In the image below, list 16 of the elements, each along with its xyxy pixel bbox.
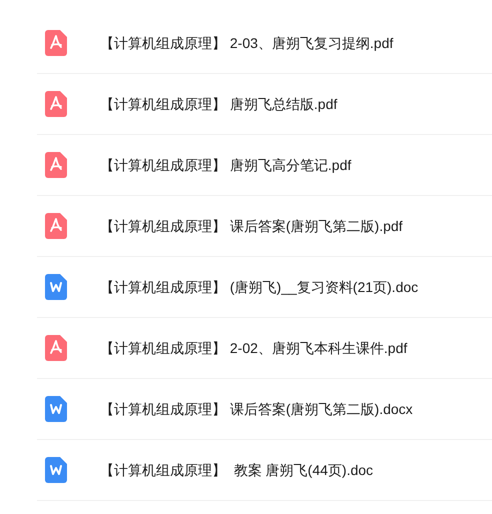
file-name[interactable]: 【计算机组成原理】 唐朔飞总结版.pdf [100, 94, 338, 114]
file-name[interactable]: 【计算机组成原理】 教案 唐朔飞(44页).doc [100, 460, 374, 480]
file-name[interactable]: 【计算机组成原理】 2-02、唐朔飞本科生课件.pdf [100, 338, 408, 358]
word-file-icon [45, 396, 67, 422]
pdf-file-icon [45, 335, 67, 361]
pdf-file-icon [45, 30, 67, 56]
word-file-icon [45, 457, 67, 483]
word-file-icon [45, 274, 67, 300]
file-name[interactable]: 【计算机组成原理】 (唐朔飞)__复习资料(21页).doc [100, 276, 418, 298]
file-name[interactable]: 【计算机组成原理】 2-03、唐朔飞复习提纲.pdf [100, 32, 394, 54]
pdf-file-icon [45, 91, 67, 117]
file-name[interactable]: 【计算机组成原理】 课后答案(唐朔飞第二版).pdf [100, 216, 403, 236]
pdf-file-icon [45, 213, 67, 239]
file-name[interactable]: 【计算机组成原理】 课后答案(唐朔飞第二版).docx [100, 398, 413, 420]
file-name[interactable]: 【计算机组成原理】 唐朔飞高分笔记.pdf [100, 154, 352, 176]
pdf-file-icon [45, 152, 67, 178]
